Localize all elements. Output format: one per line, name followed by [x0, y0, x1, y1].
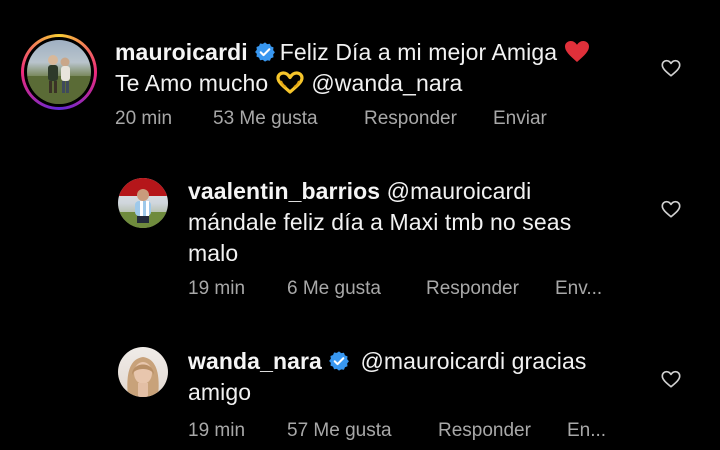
like-heart-icon[interactable] [660, 57, 682, 79]
reply-button[interactable]: Responder [438, 420, 531, 442]
comment-mauroicardi: mauroicardi Feliz Día a mi mejor Amiga Te… [0, 0, 720, 150]
comment-text-line3: malo [188, 240, 239, 266]
comment-text-line2: mándale feliz día a Maxi tmb no seas [188, 209, 572, 235]
comment-meta: 19 min 57 Me gusta Responder En... [188, 420, 608, 444]
red-heart-emoji-icon [564, 41, 589, 62]
likes-count[interactable]: 57 Me gusta [287, 420, 392, 442]
avatar[interactable] [118, 178, 168, 228]
reply-button[interactable]: Responder [426, 278, 519, 300]
username[interactable]: vaalentin_barrios [188, 178, 380, 204]
comment-meta: 19 min 6 Me gusta Responder Env... [188, 278, 608, 302]
comment-text-part2: Te Amo mucho [115, 70, 269, 96]
like-heart-icon[interactable] [660, 368, 682, 390]
username[interactable]: mauroicardi [115, 39, 248, 65]
comment-meta: 20 min 53 Me gusta Responder Enviar [115, 108, 615, 132]
likes-count[interactable]: 6 Me gusta [287, 278, 381, 300]
mention-link[interactable]: @wanda_nara [311, 70, 462, 96]
comment-text-part1: Feliz Día a mi mejor Amiga [279, 39, 558, 65]
avatar-image [27, 55, 91, 104]
likes-count[interactable]: 53 Me gusta [213, 108, 318, 130]
like-heart-icon[interactable] [660, 198, 682, 220]
username[interactable]: wanda_nara [188, 348, 322, 374]
timestamp: 19 min [188, 420, 246, 441]
send-button[interactable]: En... [567, 420, 606, 442]
verified-badge-icon [329, 351, 349, 371]
comment-vaalentin_barrios: vaalentin_barrios @mauroicardi mándale f… [0, 170, 720, 310]
comment-text-part1: gracias [511, 348, 587, 374]
avatar[interactable] [118, 347, 168, 397]
send-button[interactable]: Env... [555, 278, 602, 300]
avatar[interactable] [27, 40, 91, 104]
mention-link[interactable]: @mauroicardi [360, 348, 505, 374]
avatar-image [127, 357, 159, 397]
heart-hands-emoji-icon [276, 71, 304, 94]
comment-text: wanda_nara @mauroicardi gracias amigo [188, 346, 658, 408]
timestamp: 20 min [115, 108, 173, 129]
avatar-image [118, 178, 168, 228]
comment-text-line2: amigo [188, 379, 252, 405]
send-button[interactable]: Enviar [493, 108, 547, 130]
comment-wanda_nara: wanda_nara @mauroicardi gracias amigo 19… [0, 330, 720, 450]
comment-text: mauroicardi Feliz Día a mi mejor Amiga Te… [115, 37, 655, 99]
timestamp: 19 min [188, 278, 246, 299]
verified-badge-icon [254, 42, 275, 62]
mention-link[interactable]: @mauroicardi [387, 178, 532, 204]
reply-button[interactable]: Responder [364, 108, 457, 130]
comment-text: vaalentin_barrios @mauroicardi mándale f… [188, 176, 658, 269]
